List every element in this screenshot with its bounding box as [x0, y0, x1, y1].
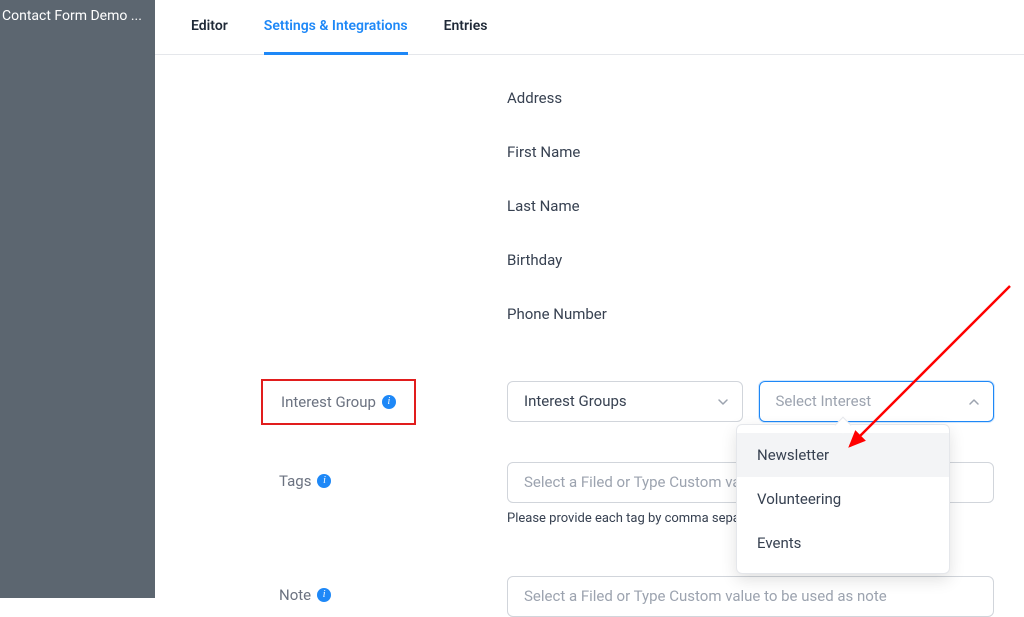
sidebar-title[interactable]: Contact Form Demo ...	[0, 0, 155, 32]
info-icon[interactable]: i	[382, 395, 396, 409]
interest-dropdown-menu: Newsletter Volunteering Events	[736, 424, 950, 574]
interest-group-row: Interest Group i Interest Groups Select …	[279, 381, 994, 422]
dropdown-item-newsletter[interactable]: Newsletter	[737, 433, 949, 477]
dropdown-item-volunteering[interactable]: Volunteering	[737, 477, 949, 521]
select-interest-dropdown[interactable]: Select Interest	[759, 381, 995, 422]
info-icon[interactable]: i	[317, 474, 331, 488]
header-tabs: Editor Settings & Integrations Entries	[155, 0, 1024, 55]
select-interest-placeholder: Select Interest	[776, 392, 872, 410]
chevron-down-icon	[716, 395, 730, 409]
note-placeholder: Select a Filed or Type Custom value to b…	[524, 587, 887, 605]
dropdown-item-events[interactable]: Events	[737, 521, 949, 565]
interest-groups-select-value: Interest Groups	[524, 392, 627, 410]
note-label: Note	[279, 586, 311, 604]
static-field-address: Address	[507, 71, 994, 125]
static-field-phone-number: Phone Number	[507, 287, 994, 341]
interest-group-label: Interest Group	[281, 393, 376, 411]
tags-placeholder: Select a Filed or Type Custom value	[524, 473, 760, 491]
note-row: Note i Select a Filed or Type Custom val…	[279, 576, 994, 617]
tab-settings-integrations[interactable]: Settings & Integrations	[264, 0, 408, 55]
static-field-birthday: Birthday	[507, 233, 994, 287]
sidebar: Contact Form Demo ...	[0, 0, 155, 598]
tags-label: Tags	[279, 472, 311, 490]
tab-entries[interactable]: Entries	[444, 0, 488, 55]
static-field-last-name: Last Name	[507, 179, 994, 233]
note-input[interactable]: Select a Filed or Type Custom value to b…	[507, 576, 994, 617]
static-fields-list: Address First Name Last Name Birthday Ph…	[279, 71, 994, 341]
interest-group-highlight: Interest Group i	[261, 379, 416, 425]
tab-editor[interactable]: Editor	[191, 0, 228, 55]
chevron-up-icon	[967, 395, 981, 409]
static-field-first-name: First Name	[507, 125, 994, 179]
interest-groups-select[interactable]: Interest Groups	[507, 381, 743, 422]
info-icon[interactable]: i	[317, 588, 331, 602]
